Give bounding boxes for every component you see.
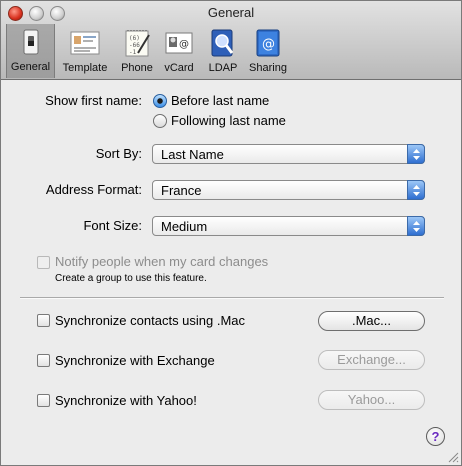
svg-text:-1: -1: [129, 49, 137, 56]
help-button[interactable]: ?: [426, 427, 445, 446]
sync-yahoo-label: Synchronize with Yahoo!: [55, 393, 197, 408]
notify-hint: Create a group to use this feature.: [55, 273, 207, 284]
popup-arrows-icon: [407, 144, 425, 164]
mac-button[interactable]: .Mac...: [318, 311, 425, 331]
separator: [20, 297, 444, 299]
vcard-icon: @: [165, 32, 193, 54]
toolbar-label-template: Template: [62, 62, 108, 74]
yahoo-button[interactable]: Yahoo...: [318, 390, 425, 410]
font-size-value: Medium: [161, 219, 208, 234]
show-first-name-label: Show first name:: [45, 93, 142, 108]
toolbar-item-sharing[interactable]: @ Sharing: [246, 25, 290, 77]
exchange-button[interactable]: Exchange...: [318, 350, 425, 370]
notify-checkbox[interactable]: [37, 256, 50, 269]
preferences-window: General General Template (6) -66 -1 Phon…: [0, 0, 462, 466]
radio-following-last-name-label[interactable]: Following last name: [171, 113, 286, 128]
font-size-popup[interactable]: Medium: [152, 216, 425, 236]
sync-exchange-checkbox[interactable]: [37, 354, 50, 367]
window-title: General: [207, 5, 255, 20]
toolbar-label-ldap: LDAP: [208, 62, 238, 74]
sort-by-popup[interactable]: Last Name: [152, 144, 425, 164]
toolbar-label-general: General: [10, 61, 51, 73]
address-format-label: Address Format:: [45, 182, 142, 197]
toolbar-item-template[interactable]: Template: [57, 25, 113, 77]
radio-following-last-name[interactable]: [153, 114, 167, 128]
address-format-value: France: [161, 183, 202, 198]
sort-by-value: Last Name: [161, 147, 224, 162]
toolbar-label-vcard: vCard: [164, 62, 194, 74]
sync-mac-checkbox[interactable]: [37, 314, 50, 327]
sync-mac-label: Synchronize contacts using .Mac: [55, 313, 246, 328]
svg-text:@: @: [262, 37, 275, 52]
ldap-directory-icon: [211, 29, 234, 57]
address-format-popup[interactable]: France: [152, 180, 425, 200]
radio-before-last-name-label[interactable]: Before last name: [171, 93, 269, 108]
radio-before-last-name[interactable]: [153, 94, 167, 108]
resize-grip-icon[interactable]: [448, 452, 459, 463]
template-card-icon: [70, 31, 100, 55]
toolbar-item-ldap[interactable]: LDAP: [203, 25, 243, 77]
popup-arrows-icon: [407, 216, 425, 236]
popup-arrows-icon: [407, 180, 425, 200]
general-switch-icon: [23, 29, 39, 55]
svg-text:(6): (6): [129, 35, 140, 42]
phone-notepad-icon: (6) -66 -1: [125, 30, 150, 57]
sharing-book-icon: @: [256, 29, 280, 57]
svg-text:-66: -66: [129, 42, 140, 49]
toolbar-label-sharing: Sharing: [249, 62, 287, 74]
title-bar: General General Template (6) -66 -1 Phon…: [1, 1, 461, 80]
toolbar-label-phone: Phone: [121, 62, 153, 74]
toolbar-item-general[interactable]: General: [6, 24, 55, 78]
sort-by-label: Sort By:: [95, 146, 142, 161]
toolbar-item-vcard[interactable]: @ vCard: [160, 25, 198, 77]
font-size-label: Font Size:: [83, 218, 142, 233]
sync-yahoo-checkbox[interactable]: [37, 394, 50, 407]
notify-label: Notify people when my card changes: [55, 254, 269, 269]
toolbar-item-phone[interactable]: (6) -66 -1 Phone: [118, 25, 156, 77]
sync-exchange-label: Synchronize with Exchange: [55, 353, 215, 368]
svg-text:@: @: [179, 39, 189, 50]
